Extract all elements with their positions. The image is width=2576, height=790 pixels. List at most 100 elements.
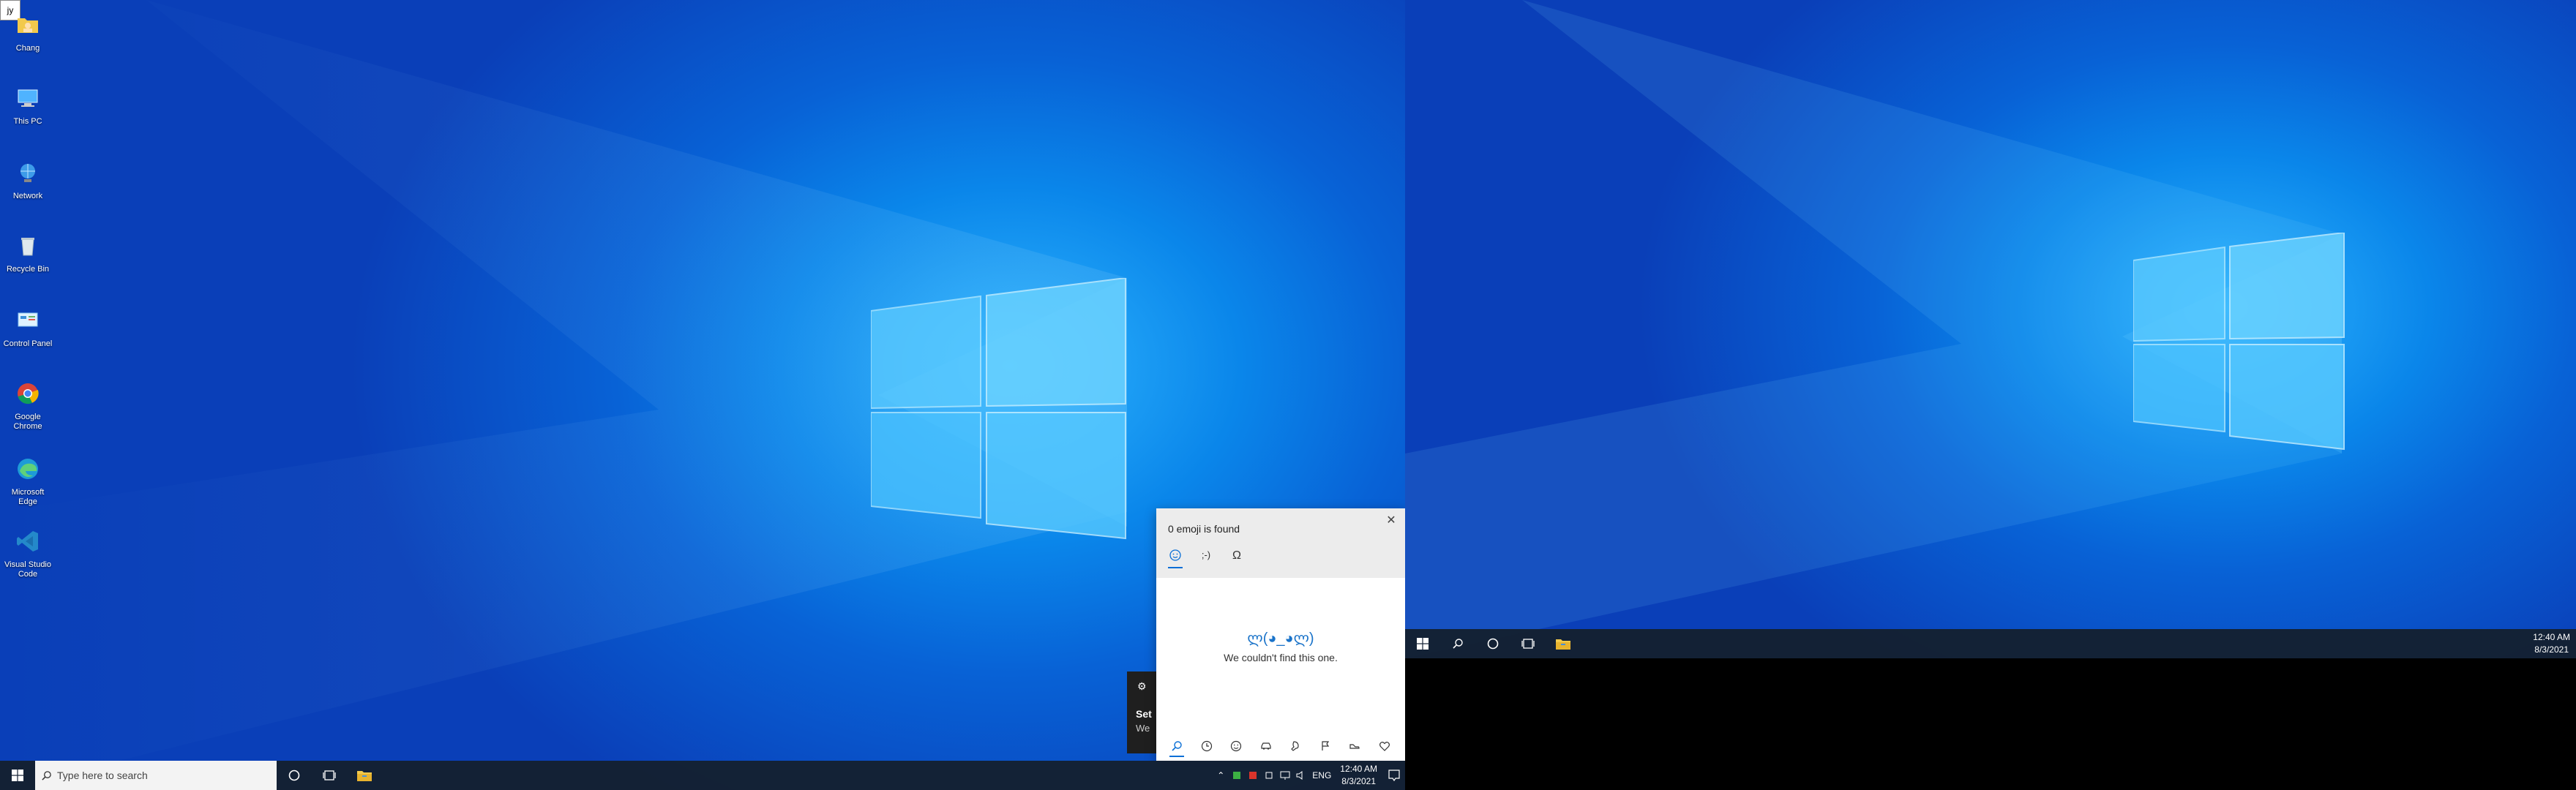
kaomoji-icon: ;-): [1201, 549, 1211, 560]
this-pc-icon: [10, 80, 45, 116]
windows-logo-wallpaper: [2133, 233, 2345, 451]
drumstick-icon: [1291, 741, 1299, 751]
tab-symbols[interactable]: Ω: [1229, 549, 1244, 568]
action-center-button[interactable]: [1383, 761, 1405, 790]
taskbar-clock[interactable]: 12:40 AM 8/3/2021: [2527, 631, 2576, 656]
taskbar-right: 12:40 AM 8/3/2021: [1405, 629, 2576, 658]
folder-icon: [1556, 639, 1570, 650]
car-icon: [1261, 742, 1271, 750]
start-button[interactable]: [1405, 629, 1440, 658]
taskbar-search-box[interactable]: Type here to search: [35, 761, 277, 790]
search-icon: [1453, 639, 1463, 649]
tray-app-green[interactable]: [1229, 761, 1245, 790]
smiley-icon: [1169, 549, 1181, 561]
emoji-category-tabs: ;-) Ω: [1168, 549, 1244, 568]
tab-kaomoji[interactable]: ;-): [1199, 549, 1213, 568]
emoji-panel-header: 0 emoji is found ✕ ;-) Ω: [1156, 508, 1405, 578]
show-hidden-icons-button[interactable]: ⌃: [1213, 761, 1229, 790]
places-category-button[interactable]: [1316, 735, 1335, 757]
recycle-bin-icon: [10, 228, 45, 263]
desktop-icon[interactable]: Control Panel: [1, 303, 54, 349]
tray-network[interactable]: [1277, 761, 1293, 790]
tray-usb[interactable]: [1261, 761, 1277, 790]
no-result-kaomoji: ლ(◕_◕ლ): [1247, 631, 1314, 647]
toast-body: We: [1136, 723, 1150, 734]
desktop-icon-label: Visual Studio Code: [4, 560, 51, 579]
clock-time: 12:40 AM: [2533, 632, 2570, 642]
wallpaper-light-beams: [1405, 0, 2342, 658]
close-icon[interactable]: ✕: [1383, 513, 1399, 527]
cortana-circle-icon: [1487, 638, 1499, 650]
desktop-icon-label: Recycle Bin: [6, 265, 50, 274]
tray-volume[interactable]: [1293, 761, 1309, 790]
desktop-icon[interactable]: Visual Studio Code: [1, 524, 54, 579]
chrome-icon: [10, 376, 45, 411]
system-tray: 12:40 AM 8/3/2021: [2527, 629, 2576, 658]
emoji-subcategory-bar: [1156, 731, 1405, 761]
search-icon: [1172, 741, 1182, 751]
task-view-button[interactable]: [1510, 629, 1546, 658]
cortana-button[interactable]: [1475, 629, 1510, 658]
right-monitor: 12:40 AM 8/3/2021: [1405, 0, 2576, 658]
toast-title: Set: [1136, 708, 1152, 720]
desktop-wallpaper: [1405, 0, 2576, 658]
language-label: ENG: [1312, 770, 1332, 780]
volume-icon: [1296, 771, 1303, 780]
file-explorer-button[interactable]: [1546, 629, 1581, 658]
tab-emoji[interactable]: [1168, 549, 1183, 568]
clock-icon: [1201, 740, 1212, 752]
cortana-circle-icon: [288, 770, 300, 781]
usb-icon: [1265, 772, 1273, 779]
desktop-icon[interactable]: Chang: [1, 7, 54, 53]
desktop-icon[interactable]: Recycle Bin: [1, 228, 54, 274]
task-view-icon: [1521, 639, 1535, 649]
shield-icon: [1233, 772, 1241, 779]
clock-date: 8/3/2021: [2534, 644, 2569, 655]
folder-icon: [357, 771, 372, 781]
omega-icon: Ω: [1232, 549, 1241, 562]
desktop-icon[interactable]: Network: [1, 155, 54, 201]
search-placeholder: Type here to search: [57, 770, 148, 781]
network-icon: [1280, 771, 1290, 780]
objects-category-button[interactable]: [1345, 735, 1364, 757]
settings-gear-icon: ⚙: [1137, 680, 1147, 692]
file-explorer-button[interactable]: [347, 761, 382, 790]
emoji-result-count: 0 emoji is found: [1168, 523, 1240, 535]
emoji-panel: 0 emoji is found ✕ ;-) Ω ლ(◕_◕ლ) We coul…: [1156, 508, 1405, 761]
recent-category-button[interactable]: [1197, 735, 1216, 757]
search-category-button[interactable]: [1167, 735, 1186, 757]
network-icon: [10, 155, 45, 190]
left-monitor: jy Chang This PC Network Recycle Bin Control…: [0, 0, 1405, 790]
smiley-icon: [1231, 740, 1242, 752]
control-panel-icon: [10, 303, 45, 338]
tray-app-red[interactable]: [1245, 761, 1261, 790]
search-button[interactable]: [1440, 629, 1475, 658]
desktop-icon[interactable]: Microsoft Edge: [1, 451, 54, 507]
vscode-icon: [10, 524, 45, 559]
task-view-icon: [323, 770, 336, 780]
user-folder-icon: [10, 7, 45, 42]
desktop-icon[interactable]: Google Chrome: [1, 376, 54, 432]
food-category-button[interactable]: [1286, 735, 1305, 757]
notification-icon: [1388, 770, 1400, 781]
no-result-message: We couldn't find this one.: [1224, 652, 1338, 663]
desktop-icon-label: Google Chrome: [13, 413, 42, 431]
vehicle-category-button[interactable]: [1257, 735, 1276, 757]
desktop-icon[interactable]: This PC: [1, 80, 54, 127]
security-icon: [1249, 772, 1257, 779]
task-view-button[interactable]: [312, 761, 347, 790]
chevron-up-icon: ⌃: [1217, 770, 1225, 780]
search-icon: [35, 770, 57, 781]
heart-icon: [1379, 742, 1390, 751]
windows-start-icon: [1417, 638, 1429, 650]
cortana-button[interactable]: [277, 761, 312, 790]
people-category-button[interactable]: [1227, 735, 1246, 757]
start-button[interactable]: [0, 761, 35, 790]
taskbar-clock[interactable]: 12:40 AM 8/3/2021: [1334, 763, 1383, 788]
symbols-category-button[interactable]: [1375, 735, 1394, 757]
desktop-icon-label: Chang: [15, 44, 40, 53]
input-language-button[interactable]: ENG: [1309, 761, 1334, 790]
edge-icon: [10, 451, 45, 486]
clock-date: 8/3/2021: [1341, 776, 1376, 786]
taskbar-left: Type here to search ⌃ ENG 12:40 AM 8/3/2…: [0, 761, 1405, 790]
